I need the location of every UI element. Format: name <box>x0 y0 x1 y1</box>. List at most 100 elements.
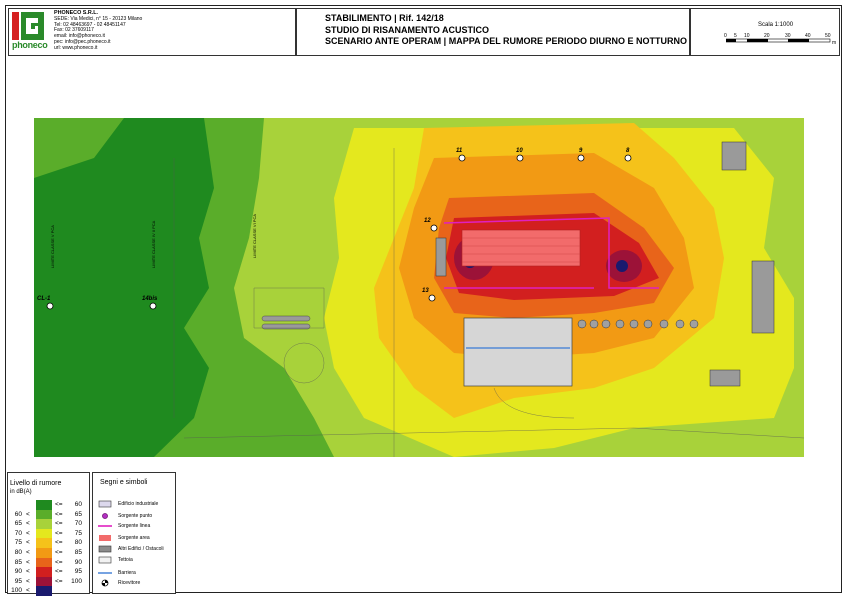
noise-legend-le: <= <box>55 549 63 556</box>
noise-legend-unit: in dB(A) <box>10 489 32 495</box>
boundary-label-1: LIMITE CLASSE V PCA <box>50 225 55 268</box>
noise-legend-low: 100 <box>11 587 22 595</box>
noise-legend-swatch <box>36 586 52 597</box>
noise-legend-lt: < <box>26 549 30 556</box>
title-block: STABILIMENTO | Rif. 142/18 STUDIO DI RIS… <box>325 13 687 48</box>
noise-legend-swatch <box>36 538 52 549</box>
scale-bar <box>726 38 831 43</box>
noise-legend-swatch <box>36 519 52 530</box>
scale-tick-0: 0 <box>724 33 727 39</box>
noise-legend-low: 65 <box>14 520 22 528</box>
noise-legend-le: <= <box>55 577 63 585</box>
symbols-legend-label: Sorgente punto <box>118 513 153 519</box>
noise-legend-lt: < <box>26 568 30 576</box>
noise-legend-le: <= <box>55 510 63 518</box>
industrial-building <box>463 317 573 387</box>
noise-legend-row: 85 < <= 90 <box>10 557 85 568</box>
noise-legend-lt: < <box>26 539 30 547</box>
company-logo-icon <box>12 12 44 40</box>
noise-legend-swatch <box>36 509 52 520</box>
other-buildings-icon <box>98 545 112 553</box>
company-url: url: www.phoneco.it <box>54 44 98 51</box>
noise-legend-high: 80 <box>74 539 82 547</box>
receiver-label-cl1: CL-1 <box>37 296 51 302</box>
noise-legend-high: 100 <box>71 577 82 585</box>
noise-legend-high: 60 <box>74 501 82 508</box>
noise-legend-le: <= <box>55 539 63 547</box>
noise-legend-low: 95 <box>14 577 22 585</box>
building-ne <box>721 141 747 171</box>
noise-legend-lt: < <box>26 558 30 566</box>
line-source-icon <box>98 525 112 527</box>
noise-legend-low: 85 <box>14 558 22 566</box>
scale-tick-40: 40 <box>805 33 811 39</box>
scale-tick-10: 10 <box>744 33 750 39</box>
noise-legend-low: 60 <box>14 510 22 518</box>
scale-tick-20: 20 <box>764 33 770 39</box>
noise-legend-title: Livello di rumore <box>10 480 62 487</box>
noise-legend-swatch <box>36 567 52 578</box>
noise-legend-row: 70 < <= 75 <box>10 528 85 539</box>
noise-legend-high: 85 <box>74 549 82 556</box>
noise-legend-high: 90 <box>74 558 82 566</box>
area-source-main <box>461 229 581 267</box>
noise-legend-swatch <box>36 576 52 587</box>
symbols-legend-title: Segni e simboli <box>100 479 148 486</box>
company-logo-text: phoneco <box>12 40 48 50</box>
noise-legend-swatch <box>36 500 52 510</box>
building-west-block <box>435 237 447 277</box>
noise-legend-swatch <box>36 548 52 558</box>
noise-legend-lt: < <box>26 520 30 528</box>
building-se <box>709 369 741 387</box>
noise-legend-row: 65 < <= 70 <box>10 519 85 530</box>
noise-legend-row: <= 60 <box>10 500 85 510</box>
symbols-legend-label: Sorgente area <box>118 535 150 541</box>
receiver-label-13: 13 <box>422 288 429 294</box>
noise-legend-row: 90 < <= 95 <box>10 567 85 578</box>
noise-map: CL-1 14bis 11 10 9 8 12 13 LIMITE CLASSE… <box>34 118 804 457</box>
noise-legend-swatch <box>36 557 52 568</box>
noise-legend-low: 90 <box>14 568 22 576</box>
receiver-label-14bis: 14bis <box>142 296 158 302</box>
scale-tick-30: 30 <box>785 33 791 39</box>
noise-legend-row: 100 < <box>10 586 85 597</box>
noise-legend-le: <= <box>55 529 63 537</box>
scale-label: Scala 1:1000 <box>758 22 794 28</box>
symbols-legend-label: Barriera <box>118 570 136 576</box>
receiver-label-11: 11 <box>456 148 463 154</box>
title-line-1: STABILIMENTO | Rif. 142/18 <box>325 13 444 23</box>
pipe-west-1 <box>261 315 311 322</box>
noise-legend-lt: < <box>26 587 30 595</box>
noise-legend-swatch <box>36 528 52 539</box>
noise-legend-high: 70 <box>74 520 82 528</box>
scale-tick-5: 5 <box>734 33 737 39</box>
receiver-icon <box>101 579 109 587</box>
noise-legend-high: 65 <box>74 510 82 518</box>
header-company-box <box>8 8 296 56</box>
barrier-icon <box>98 572 112 574</box>
boundary-label-3: LIMITE CLASSE VI PCA <box>252 214 257 258</box>
symbols-legend-label: Altri Edifici / Ostacoli <box>118 546 164 552</box>
noise-legend-high: 75 <box>74 529 82 537</box>
noise-legend-row: 95 < <= 100 <box>10 576 85 587</box>
noise-legend-low: 80 <box>14 549 22 556</box>
noise-legend-le: <= <box>55 501 63 508</box>
point-source-icon <box>102 513 108 519</box>
header-scale-box <box>690 8 840 56</box>
area-source-icon <box>99 535 111 541</box>
noise-legend-le: <= <box>55 558 63 566</box>
symbols-legend-label: Edificio industriale <box>118 501 159 507</box>
noise-legend-row: 60 < <= 65 <box>10 509 85 520</box>
noise-legend-low: 75 <box>14 539 22 547</box>
building-east <box>751 260 775 334</box>
canopy-icon <box>98 556 112 564</box>
symbols-legend-label: Ricevitore <box>118 580 141 586</box>
noise-legend-lt: < <box>26 529 30 537</box>
receiver-label-12: 12 <box>424 218 431 224</box>
scale-tick-50: 50 <box>825 33 831 39</box>
symbols-legend-label: Tettoia <box>118 557 133 563</box>
title-line-3: SCENARIO ANTE OPERAM | MAPPA DEL RUMORE … <box>325 36 688 46</box>
title-line-2: STUDIO DI RISANAMENTO ACUSTICO <box>325 24 490 35</box>
symbols-legend-label: Sorgente linea <box>118 523 151 529</box>
noise-legend-le: <= <box>55 568 63 576</box>
